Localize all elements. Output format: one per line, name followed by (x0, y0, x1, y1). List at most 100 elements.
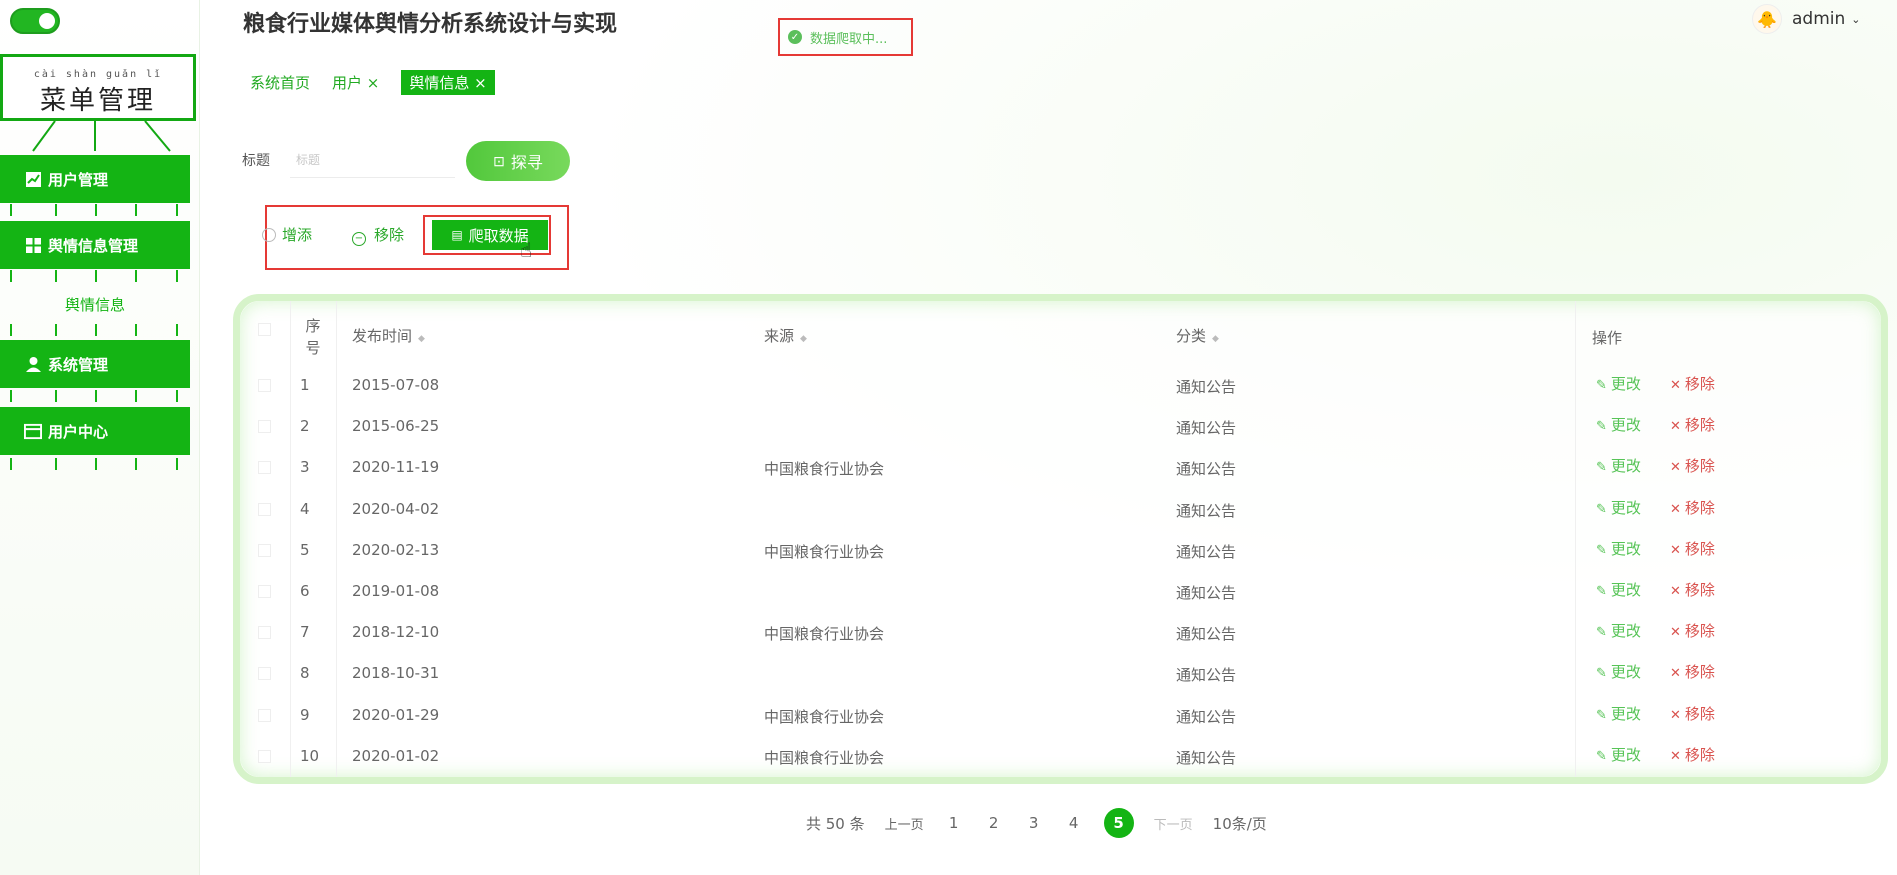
page-size-select[interactable]: 10条/页 (1213, 813, 1267, 834)
remove-button-label: 移除 (374, 226, 405, 244)
column-header-time[interactable]: 发布时间 ◆ (352, 325, 425, 346)
crawl-status-text: 数据爬取中... (810, 31, 888, 47)
edit-button[interactable]: ✎ 更改 (1596, 497, 1641, 518)
delete-button[interactable]: ✕ 移除 (1670, 579, 1715, 600)
search-icon: ⊡ (493, 152, 505, 169)
delete-button[interactable]: ✕ 移除 (1670, 744, 1715, 765)
edit-button[interactable]: ✎ 更改 (1596, 373, 1641, 394)
row-checkbox[interactable] (258, 543, 271, 557)
edit-button[interactable]: ✎ 更改 (1596, 703, 1641, 724)
remove-button[interactable]: − 移除 (352, 224, 404, 246)
close-icon: ✕ (1670, 501, 1681, 517)
delete-label: 移除 (1684, 581, 1715, 599)
edit-button[interactable]: ✎ 更改 (1596, 538, 1641, 559)
cell-no: 5 (300, 540, 310, 559)
delete-button[interactable]: ✕ 移除 (1670, 455, 1715, 476)
cell-category: 通知公告 (1176, 748, 1237, 767)
delete-button[interactable]: ✕ 移除 (1670, 620, 1715, 641)
row-checkbox[interactable] (258, 502, 271, 516)
cell-time: 2018-10-31 (352, 664, 440, 683)
edit-button[interactable]: ✎ 更改 (1596, 661, 1641, 682)
row-checkbox[interactable] (258, 585, 271, 598)
sidebar-item-label: 舆情信息管理 (48, 236, 139, 255)
cell-source: 中国粮食行业协会 (764, 460, 885, 479)
sidebar-item-user-center[interactable]: 用户中心 (0, 407, 190, 455)
column-header-label: 操作 (1592, 329, 1623, 347)
table-row: 2 2015-06-25 通知公告 ✎ 更改 ✕ 移除 (240, 406, 1881, 447)
user-menu[interactable]: 🐥 admin ⌄ (1752, 4, 1861, 34)
cell-source: 中国粮食行业协会 (764, 542, 885, 561)
edit-label: 更改 (1610, 704, 1641, 723)
pagination-total: 共 50 条 (806, 814, 865, 833)
tab-sentiment-info[interactable]: 舆情信息 × (401, 70, 495, 95)
sidebar-item-system-management[interactable]: 系统管理 (0, 340, 190, 388)
edit-icon: ✎ (1596, 748, 1607, 764)
page-button-5[interactable]: 5 (1103, 808, 1134, 838)
cell-time: 2020-02-13 (352, 540, 440, 559)
search-label: 标题 (242, 153, 270, 169)
sidebar-item-user-management[interactable]: 用户管理 (0, 155, 190, 203)
cell-no: 4 (300, 499, 310, 518)
edit-button[interactable]: ✎ 更改 (1596, 414, 1641, 435)
tick-divider (0, 324, 190, 336)
delete-button[interactable]: ✕ 移除 (1670, 414, 1715, 435)
row-checkbox[interactable] (258, 708, 271, 722)
table-row: 5 2020-02-13 中国粮食行业协会 通知公告 ✎ 更改 ✕ 移除 (240, 530, 1881, 571)
cell-category: 通知公告 (1176, 419, 1237, 438)
edit-button[interactable]: ✎ 更改 (1596, 579, 1641, 600)
pagination: 共 50 条 上一页 1 2 3 4 5 下一页 10条/页 (806, 808, 1287, 838)
delete-label: 移除 (1684, 498, 1715, 517)
row-checkbox[interactable] (258, 749, 271, 763)
edit-button[interactable]: ✎ 更改 (1596, 455, 1641, 476)
column-header-category[interactable]: 分类 ◆ (1176, 325, 1219, 346)
table-row: 4 2020-04-02 通知公告 ✎ 更改 ✕ 移除 (240, 489, 1881, 530)
cell-time: 2018-12-10 (352, 623, 440, 642)
tab-user[interactable]: 用户 × (332, 72, 379, 93)
add-button[interactable]: 增添 (262, 224, 312, 245)
row-checkbox[interactable] (258, 626, 271, 640)
next-page-button[interactable]: 下一页 (1154, 814, 1193, 833)
row-checkbox[interactable] (258, 420, 271, 434)
add-icon (262, 228, 276, 242)
edit-icon: ✎ (1596, 584, 1607, 599)
cell-time: 2015-07-08 (352, 376, 440, 394)
search-button[interactable]: ⊡ 探寻 (466, 141, 570, 181)
cell-source: 中国粮食行业协会 (764, 707, 885, 726)
add-button-label: 增添 (282, 226, 313, 244)
delete-button[interactable]: ✕ 移除 (1670, 538, 1715, 559)
row-checkbox[interactable] (258, 461, 271, 475)
page-button-3[interactable]: 3 (1024, 814, 1044, 832)
page-title: 粮食行业媒体舆情分析系统设计与实现 (243, 12, 618, 37)
data-table: 序 号 发布时间 ◆ 来源 ◆ 分类 ◆ 操作 1 2015-07-08 通知公告 ✎ 更改 ✕… (233, 294, 1888, 784)
delete-button[interactable]: ✕ 移除 (1670, 703, 1715, 724)
row-checkbox[interactable] (258, 667, 271, 681)
sidebar-item-label: 用户中心 (48, 422, 109, 441)
delete-button[interactable]: ✕ 移除 (1670, 661, 1715, 682)
cell-time: 2020-01-02 (352, 746, 440, 765)
title-search-input[interactable] (290, 142, 455, 178)
select-all-checkbox[interactable] (258, 323, 271, 336)
card-icon (24, 422, 42, 440)
edit-button[interactable]: ✎ 更改 (1596, 744, 1641, 765)
column-header-source[interactable]: 来源 ◆ (764, 325, 807, 346)
page-button-2[interactable]: 2 (984, 814, 1004, 832)
delete-label: 移除 (1684, 416, 1715, 435)
menu-title-box: cài shàn guǎn lǐ 菜单管理 (0, 54, 196, 121)
prev-page-button[interactable]: 上一页 (885, 814, 924, 833)
edit-icon: ✎ (1596, 707, 1607, 723)
sidebar-toggle-switch[interactable] (10, 8, 60, 34)
row-checkbox[interactable] (258, 379, 271, 392)
edit-label: 更改 (1610, 622, 1641, 641)
page-button-4[interactable]: 4 (1064, 814, 1084, 832)
edit-button[interactable]: ✎ 更改 (1596, 620, 1641, 641)
delete-label: 移除 (1684, 457, 1715, 476)
tab-home[interactable]: 系统首页 (250, 72, 310, 93)
page-button-1[interactable]: 1 (944, 814, 964, 832)
sidebar-subitem-sentiment-info[interactable]: 舆情信息 (0, 294, 190, 315)
delete-button[interactable]: ✕ 移除 (1670, 373, 1715, 394)
sidebar-item-label: 用户管理 (48, 170, 109, 189)
delete-button[interactable]: ✕ 移除 (1670, 497, 1715, 518)
cell-no: 10 (300, 746, 320, 765)
sidebar-item-sentiment-management[interactable]: 舆情信息管理 (0, 221, 190, 269)
edit-icon: ✎ (1596, 625, 1607, 641)
